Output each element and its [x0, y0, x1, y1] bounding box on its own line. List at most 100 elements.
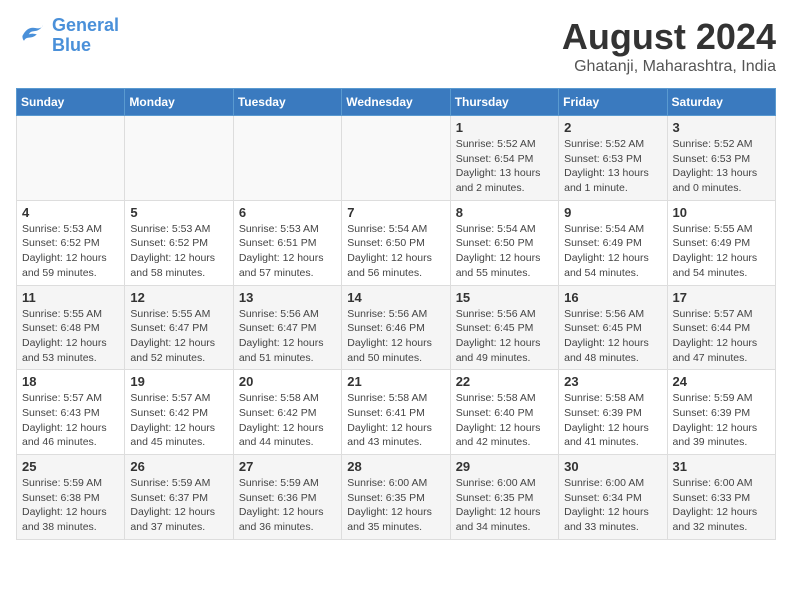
calendar-cell: 31 Sunrise: 6:00 AM Sunset: 6:33 PM Dayli… — [667, 455, 775, 540]
calendar-cell: 15 Sunrise: 5:56 AM Sunset: 6:45 PM Dayli… — [450, 285, 558, 370]
calendar-cell: 3 Sunrise: 5:52 AM Sunset: 6:53 PM Daylig… — [667, 116, 775, 201]
day-info: Sunrise: 5:52 AM Sunset: 6:53 PM Dayligh… — [564, 137, 661, 196]
calendar-week-row: 4Sunrise: 5:53 AM Sunset: 6:52 PM Daylig… — [17, 200, 776, 285]
day-number: 16 — [564, 290, 661, 305]
calendar-cell: 11 Sunrise: 5:55 AM Sunset: 6:48 PM Dayli… — [17, 285, 125, 370]
day-info: Sunrise: 5:58 AM Sunset: 6:39 PM Dayligh… — [564, 391, 661, 450]
day-info: Sunrise: 5:57 AM Sunset: 6:42 PM Dayligh… — [130, 391, 227, 450]
weekday-header: Tuesday — [233, 89, 341, 116]
calendar-header: SundayMondayTuesdayWednesdayThursdayFrid… — [17, 89, 776, 116]
day-info: Sunrise: 5:59 AM Sunset: 6:36 PM Dayligh… — [239, 476, 336, 535]
day-number: 30 — [564, 459, 661, 474]
page-subtitle: Ghatanji, Maharashtra, India — [562, 58, 776, 76]
day-info: Sunrise: 5:53 AM Sunset: 6:52 PM Dayligh… — [130, 222, 227, 281]
day-number: 15 — [456, 290, 553, 305]
calendar-body: 1Sunrise: 5:52 AM Sunset: 6:54 PM Daylig… — [17, 116, 776, 540]
day-info: Sunrise: 5:54 AM Sunset: 6:50 PM Dayligh… — [347, 222, 444, 281]
day-number: 2 — [564, 120, 661, 135]
day-number: 19 — [130, 374, 227, 389]
calendar-cell: 12Sunrise: 5:55 AM Sunset: 6:47 PM Dayli… — [125, 285, 233, 370]
day-number: 26 — [130, 459, 227, 474]
calendar-cell: 21 Sunrise: 5:58 AM Sunset: 6:41 PM Dayli… — [342, 370, 450, 455]
day-info: Sunrise: 5:58 AM Sunset: 6:42 PM Dayligh… — [239, 391, 336, 450]
logo: General Blue — [16, 16, 119, 56]
day-number: 27 — [239, 459, 336, 474]
calendar-cell: 24 Sunrise: 5:59 AM Sunset: 6:39 PM Dayli… — [667, 370, 775, 455]
calendar-cell — [233, 116, 341, 201]
day-info: Sunrise: 5:55 AM Sunset: 6:49 PM Dayligh… — [673, 222, 770, 281]
day-info: Sunrise: 5:58 AM Sunset: 6:41 PM Dayligh… — [347, 391, 444, 450]
calendar-cell: 29Sunrise: 6:00 AM Sunset: 6:35 PM Dayli… — [450, 455, 558, 540]
calendar-cell: 14 Sunrise: 5:56 AM Sunset: 6:46 PM Dayli… — [342, 285, 450, 370]
day-number: 18 — [22, 374, 119, 389]
day-info: Sunrise: 5:52 AM Sunset: 6:54 PM Dayligh… — [456, 137, 553, 196]
calendar-cell: 9 Sunrise: 5:54 AM Sunset: 6:49 PM Daylig… — [559, 200, 667, 285]
day-info: Sunrise: 5:53 AM Sunset: 6:52 PM Dayligh… — [22, 222, 119, 281]
day-info: Sunrise: 5:54 AM Sunset: 6:50 PM Dayligh… — [456, 222, 553, 281]
calendar-cell: 19 Sunrise: 5:57 AM Sunset: 6:42 PM Dayli… — [125, 370, 233, 455]
day-number: 28 — [347, 459, 444, 474]
day-number: 7 — [347, 205, 444, 220]
calendar-cell: 20 Sunrise: 5:58 AM Sunset: 6:42 PM Dayli… — [233, 370, 341, 455]
calendar-cell — [125, 116, 233, 201]
day-info: Sunrise: 5:59 AM Sunset: 6:38 PM Dayligh… — [22, 476, 119, 535]
day-number: 31 — [673, 459, 770, 474]
day-number: 20 — [239, 374, 336, 389]
day-info: Sunrise: 5:56 AM Sunset: 6:47 PM Dayligh… — [239, 307, 336, 366]
calendar-week-row: 25Sunrise: 5:59 AM Sunset: 6:38 PM Dayli… — [17, 455, 776, 540]
calendar-cell: 17Sunrise: 5:57 AM Sunset: 6:44 PM Dayli… — [667, 285, 775, 370]
page-title: August 2024 — [562, 16, 776, 58]
calendar-cell: 2 Sunrise: 5:52 AM Sunset: 6:53 PM Daylig… — [559, 116, 667, 201]
day-number: 23 — [564, 374, 661, 389]
calendar-cell: 30 Sunrise: 6:00 AM Sunset: 6:34 PM Dayli… — [559, 455, 667, 540]
day-info: Sunrise: 5:53 AM Sunset: 6:51 PM Dayligh… — [239, 222, 336, 281]
calendar-cell: 5 Sunrise: 5:53 AM Sunset: 6:52 PM Daylig… — [125, 200, 233, 285]
weekday-header: Saturday — [667, 89, 775, 116]
calendar-cell: 27 Sunrise: 5:59 AM Sunset: 6:36 PM Dayli… — [233, 455, 341, 540]
logo-text: General Blue — [52, 16, 119, 56]
day-info: Sunrise: 5:54 AM Sunset: 6:49 PM Dayligh… — [564, 222, 661, 281]
day-number: 22 — [456, 374, 553, 389]
day-number: 14 — [347, 290, 444, 305]
day-info: Sunrise: 5:55 AM Sunset: 6:48 PM Dayligh… — [22, 307, 119, 366]
title-area: August 2024 Ghatanji, Maharashtra, India — [562, 16, 776, 76]
calendar-cell: 6 Sunrise: 5:53 AM Sunset: 6:51 PM Daylig… — [233, 200, 341, 285]
day-info: Sunrise: 5:59 AM Sunset: 6:39 PM Dayligh… — [673, 391, 770, 450]
calendar-cell: 23 Sunrise: 5:58 AM Sunset: 6:39 PM Dayli… — [559, 370, 667, 455]
day-number: 3 — [673, 120, 770, 135]
day-info: Sunrise: 6:00 AM Sunset: 6:35 PM Dayligh… — [347, 476, 444, 535]
day-number: 24 — [673, 374, 770, 389]
calendar-cell — [342, 116, 450, 201]
day-info: Sunrise: 5:59 AM Sunset: 6:37 PM Dayligh… — [130, 476, 227, 535]
day-number: 21 — [347, 374, 444, 389]
calendar-table: SundayMondayTuesdayWednesdayThursdayFrid… — [16, 88, 776, 540]
page-header: General Blue August 2024 Ghatanji, Mahar… — [16, 16, 776, 76]
day-number: 9 — [564, 205, 661, 220]
day-info: Sunrise: 5:56 AM Sunset: 6:45 PM Dayligh… — [456, 307, 553, 366]
calendar-week-row: 11 Sunrise: 5:55 AM Sunset: 6:48 PM Dayli… — [17, 285, 776, 370]
day-number: 10 — [673, 205, 770, 220]
calendar-cell: 16 Sunrise: 5:56 AM Sunset: 6:45 PM Dayli… — [559, 285, 667, 370]
logo-icon — [16, 20, 48, 52]
calendar-cell: 8 Sunrise: 5:54 AM Sunset: 6:50 PM Daylig… — [450, 200, 558, 285]
day-info: Sunrise: 5:52 AM Sunset: 6:53 PM Dayligh… — [673, 137, 770, 196]
day-number: 6 — [239, 205, 336, 220]
day-number: 8 — [456, 205, 553, 220]
day-info: Sunrise: 5:58 AM Sunset: 6:40 PM Dayligh… — [456, 391, 553, 450]
calendar-cell: 18 Sunrise: 5:57 AM Sunset: 6:43 PM Dayli… — [17, 370, 125, 455]
weekday-header: Friday — [559, 89, 667, 116]
calendar-cell: 22 Sunrise: 5:58 AM Sunset: 6:40 PM Dayli… — [450, 370, 558, 455]
day-number: 17 — [673, 290, 770, 305]
day-number: 5 — [130, 205, 227, 220]
day-info: Sunrise: 6:00 AM Sunset: 6:34 PM Dayligh… — [564, 476, 661, 535]
calendar-week-row: 18 Sunrise: 5:57 AM Sunset: 6:43 PM Dayli… — [17, 370, 776, 455]
day-number: 11 — [22, 290, 119, 305]
day-number: 13 — [239, 290, 336, 305]
day-info: Sunrise: 5:57 AM Sunset: 6:43 PM Dayligh… — [22, 391, 119, 450]
day-info: Sunrise: 5:56 AM Sunset: 6:46 PM Dayligh… — [347, 307, 444, 366]
weekday-header: Thursday — [450, 89, 558, 116]
weekday-header: Wednesday — [342, 89, 450, 116]
day-info: Sunrise: 5:55 AM Sunset: 6:47 PM Dayligh… — [130, 307, 227, 366]
day-info: Sunrise: 5:56 AM Sunset: 6:45 PM Dayligh… — [564, 307, 661, 366]
day-info: Sunrise: 6:00 AM Sunset: 6:33 PM Dayligh… — [673, 476, 770, 535]
